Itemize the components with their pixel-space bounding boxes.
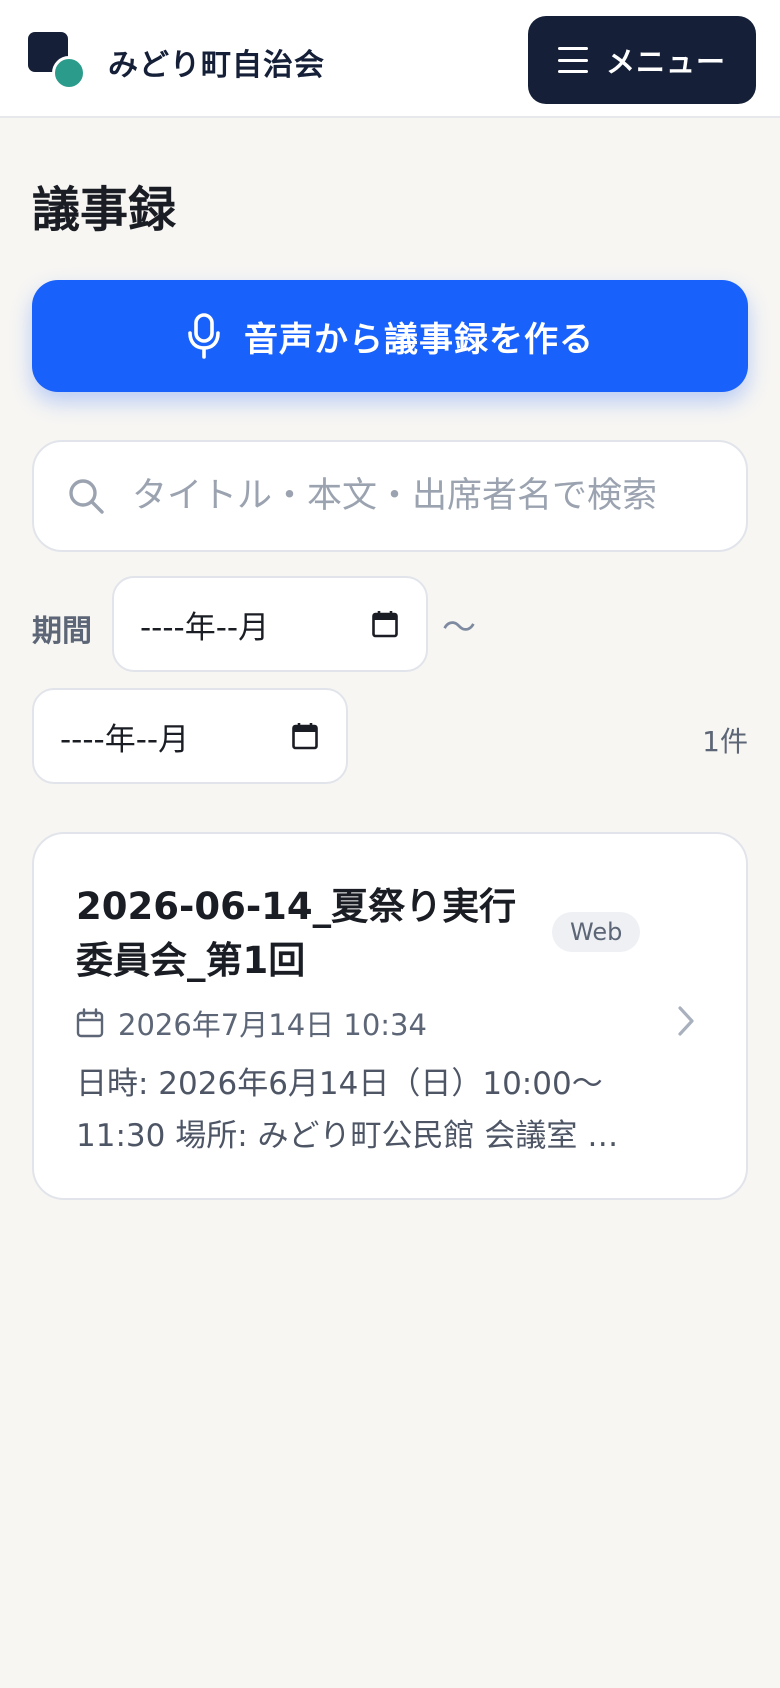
period-separator: 〜 [442,608,476,648]
page-title: 議事録 [32,182,177,238]
search-input[interactable] [132,476,712,516]
logo-dot [52,56,86,90]
search-icon [69,479,104,514]
app-header: みどり町自治会 メニュー [0,0,780,118]
create-from-voice-label: 音声から議事録を作る [244,319,594,360]
minutes-meta: 2026年7月14日 10:34 [76,1002,427,1044]
period-label: 期間 [32,614,92,649]
create-from-voice-button[interactable]: 音声から議事録を作る [32,280,748,392]
period-from-field[interactable]: ----年--月 [112,576,428,672]
calendar-icon[interactable] [292,722,318,750]
period-to-field[interactable]: ----年--月 [32,688,348,784]
minutes-title: 2026-06-14_夏祭り実行委員会_第1回 [76,885,517,982]
minutes-excerpt: 日時: 2026年6月14日（日）10:00〜11:30 場所: みどり町公民館… [76,1066,619,1154]
source-badge: Web [552,912,641,952]
minutes-card[interactable]: 2026-06-14_夏祭り実行委員会_第1回 Web 2026年7月14日 1… [32,832,748,1200]
menu-button[interactable]: メニュー [528,16,756,104]
calendar-icon[interactable] [372,610,398,638]
microphone-icon [188,313,220,359]
chevron-right-icon [678,1006,694,1036]
calendar-icon [76,1008,104,1038]
hamburger-icon [557,47,588,73]
brand-name[interactable]: みどり町自治会 [108,40,325,84]
period-to-value: ----年--月 [60,721,190,758]
minutes-created-at: 2026年7月14日 10:34 [118,1008,427,1042]
menu-button-label: メニュー [605,45,726,79]
period-from-value: ----年--月 [140,609,270,646]
result-count: 1件 [702,725,748,758]
search-box[interactable] [32,440,748,552]
app-logo[interactable] [28,32,86,90]
